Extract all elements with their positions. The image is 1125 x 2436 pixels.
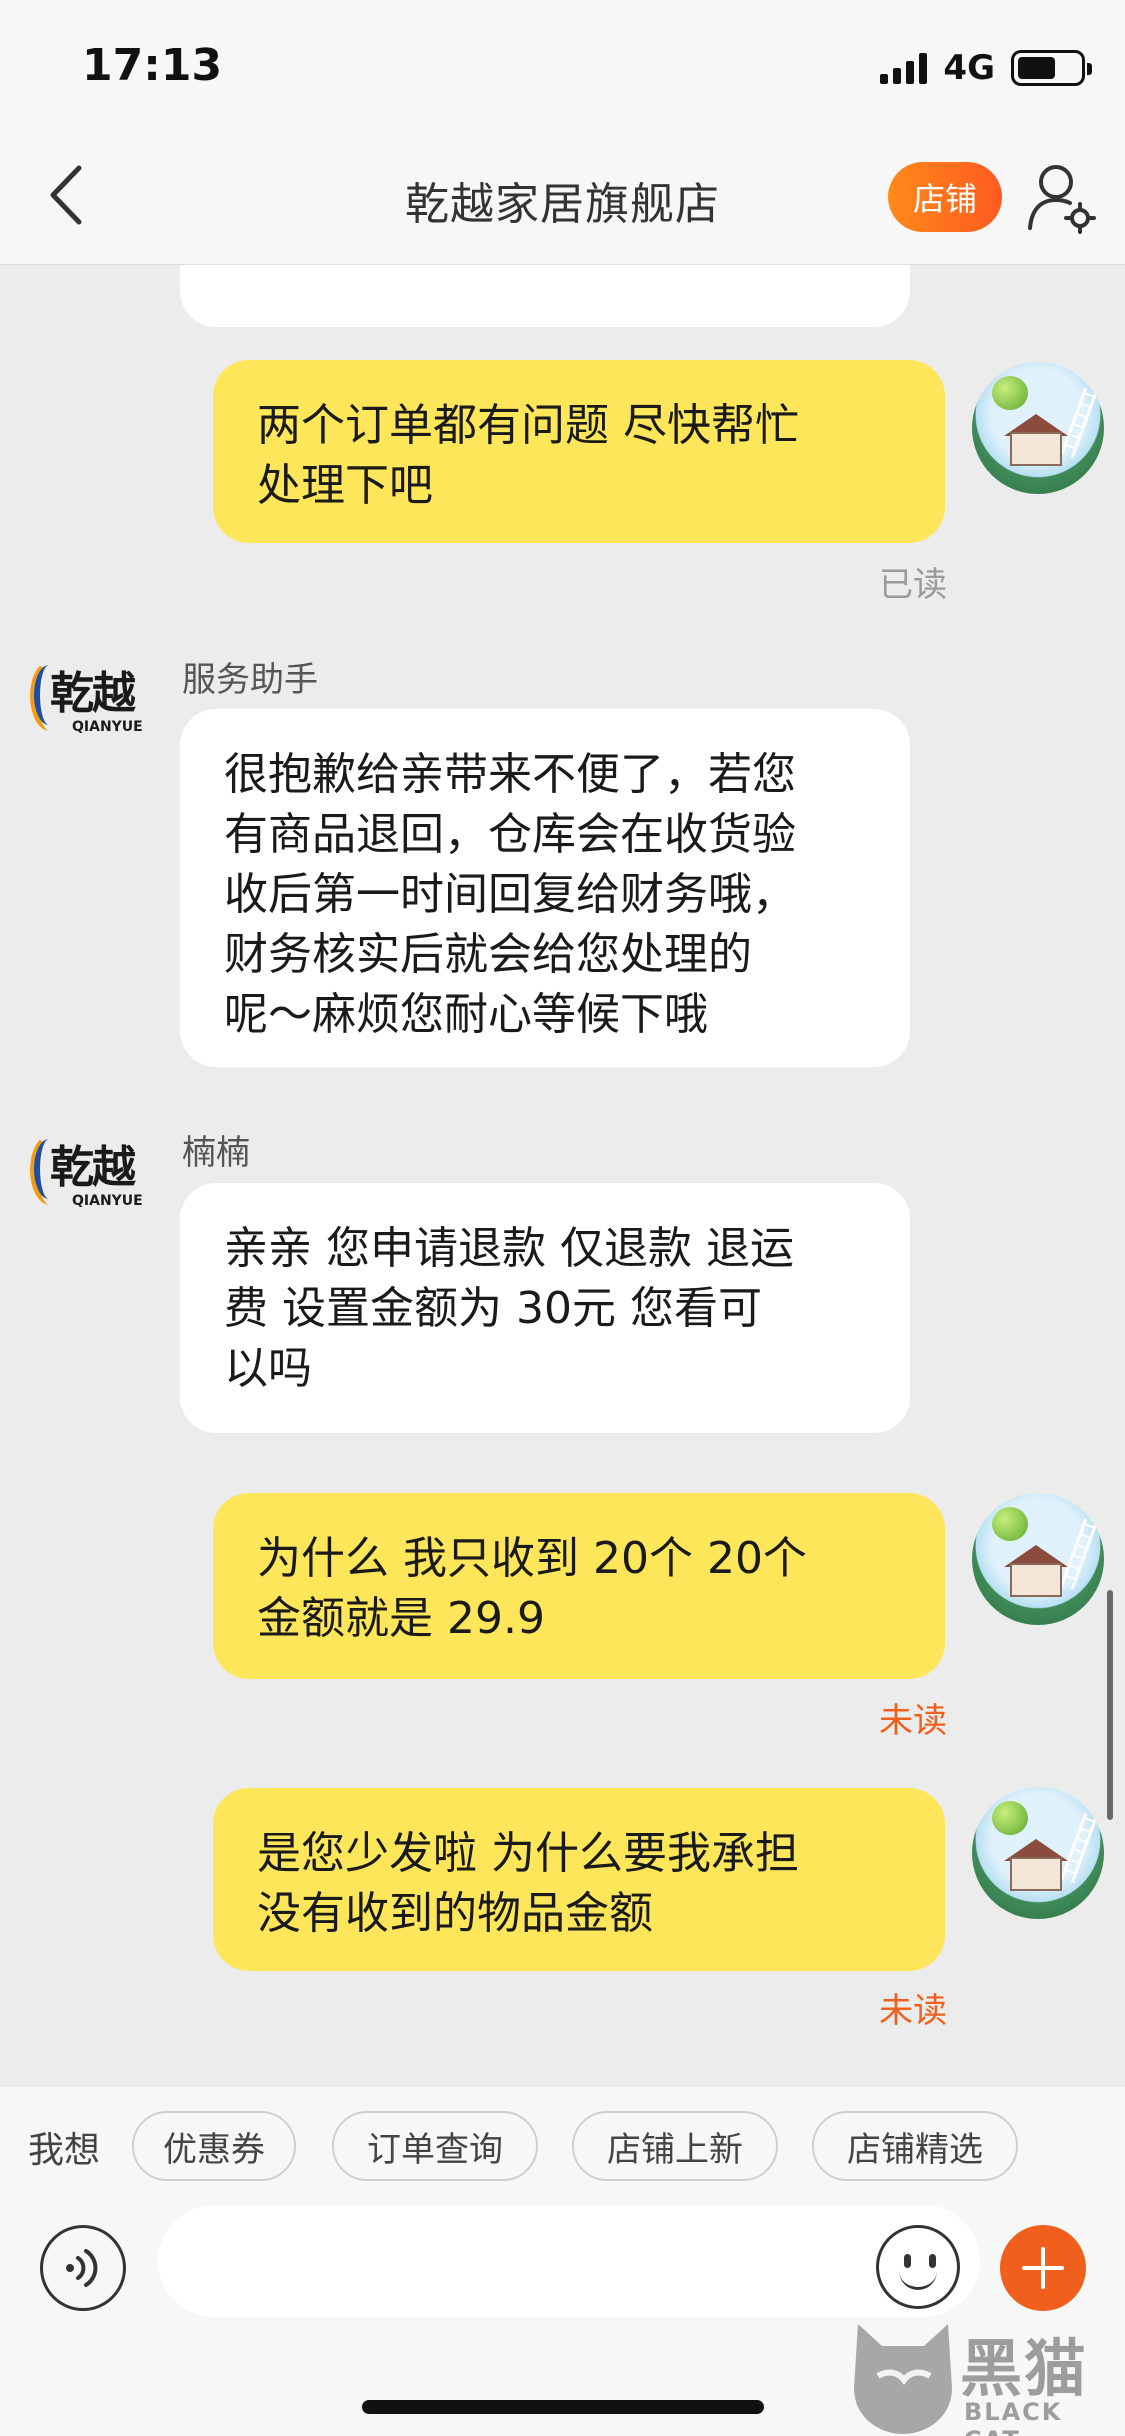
house-icon <box>1010 1857 1062 1891</box>
battery-level <box>1018 57 1056 79</box>
user-avatar[interactable] <box>972 1787 1104 1919</box>
chip-shop-new[interactable]: 店铺上新 <box>572 2111 778 2181</box>
chip-coupon[interactable]: 优惠券 <box>132 2111 296 2181</box>
shop-avatar[interactable]: 乾越 QIANYUE <box>28 655 143 765</box>
battery-icon <box>1011 50 1092 86</box>
scrollbar[interactable] <box>1107 1590 1113 1820</box>
sender-name: 楠楠 <box>182 1133 250 1173</box>
message-bubble-self[interactable]: 两个订单都有问题 尽快帮忙 处理下吧 <box>213 360 945 543</box>
shop-avatar[interactable]: 乾越 QIANYUE <box>28 1129 143 1239</box>
house-icon <box>1010 432 1062 466</box>
signal-icon <box>880 52 928 84</box>
watermark: 黑猫 BLACK CAT <box>848 2318 1125 2436</box>
user-avatar[interactable] <box>972 362 1104 494</box>
message-bubble-self[interactable]: 为什么 我只收到 20个 20个 金额就是 29.9 <box>213 1493 945 1679</box>
apple-icon <box>992 376 1028 410</box>
shop-button[interactable]: 店铺 <box>888 162 1002 232</box>
read-status: 未读 <box>879 1991 947 2031</box>
logo-text: 乾越 <box>50 668 136 719</box>
emoji-button[interactable] <box>876 2225 960 2309</box>
logo-subtext: QIANYUE <box>72 719 143 735</box>
message-bubble-other[interactable]: 亲亲 您申请退款 仅退款 退运 费 设置金额为 30元 您看可 以吗 <box>180 1183 910 1433</box>
sender-name: 服务助手 <box>182 660 318 700</box>
emoji-eye <box>929 2254 936 2268</box>
house-icon <box>1010 1563 1062 1597</box>
emoji-mouth <box>899 2268 937 2290</box>
quick-reply-label: 我想 <box>28 2130 101 2171</box>
apple-icon <box>992 1801 1028 1835</box>
message-bubble-other[interactable]: 很抱歉给亲带来不便了，若您 有商品退回，仓库会在收货验 收后第一时间回复给财务哦… <box>180 709 910 1067</box>
status-icons: 4G <box>880 48 1092 88</box>
cat-head-icon <box>854 2324 952 2434</box>
chat-area[interactable]: 两个订单都有问题 尽快帮忙 处理下吧 已读 乾越 QIANYUE 服务助手 很抱… <box>0 225 1125 2085</box>
message-bubble-self[interactable]: 是您少发啦 为什么要我承担 没有收到的物品金额 <box>213 1788 945 1971</box>
user-settings-icon[interactable] <box>1026 162 1096 234</box>
top-bar: 17:13 4G 乾越家居旗舰店 店铺 <box>0 0 1125 265</box>
voice-icon <box>66 2249 98 2287</box>
home-indicator[interactable] <box>362 2400 764 2414</box>
voice-button[interactable] <box>40 2225 126 2311</box>
watermark-subtext: BLACK CAT <box>964 2398 1063 2436</box>
chip-order-query[interactable]: 订单查询 <box>332 2111 538 2181</box>
status-time: 17:13 <box>82 40 223 91</box>
logo-text: 乾越 <box>50 1142 136 1193</box>
apple-icon <box>992 1507 1028 1541</box>
message-input[interactable] <box>158 2205 980 2317</box>
network-type: 4G <box>943 48 995 88</box>
quick-reply-bar: 我想 优惠券 订单查询 店铺上新 店铺精选 <box>0 2085 1125 2205</box>
chip-shop-featured[interactable]: 店铺精选 <box>812 2111 1018 2181</box>
read-status: 未读 <box>879 1701 947 1741</box>
read-status: 已读 <box>879 565 947 605</box>
logo-subtext: QIANYUE <box>72 1193 143 1209</box>
more-button[interactable] <box>1000 2225 1086 2311</box>
user-avatar[interactable] <box>972 1493 1104 1625</box>
plus-icon <box>1022 2247 1064 2289</box>
emoji-eye <box>904 2254 911 2268</box>
watermark-text: 黑猫 <box>960 2332 1089 2405</box>
